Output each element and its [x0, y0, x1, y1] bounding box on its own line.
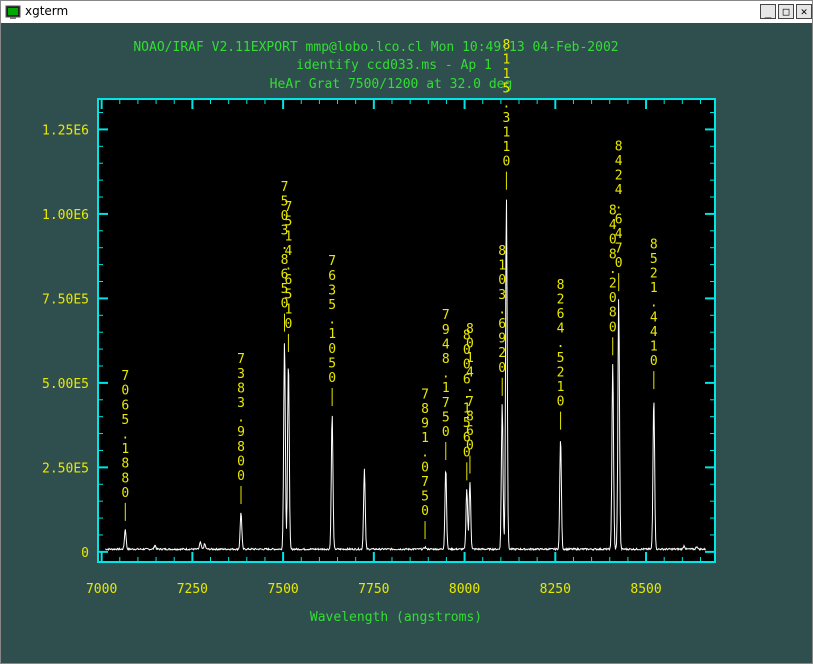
- y-tick-label: 5.00E5: [42, 377, 89, 392]
- header-line-1: NOAO/IRAF V2.11EXPORT mmp@lobo.lco.cl Mo…: [133, 40, 618, 55]
- header-line-3: HeAr Grat 7500/1200 at 32.0 deg: [270, 77, 513, 92]
- terminal-icon: [5, 5, 21, 19]
- line-id-label: 8103.6920: [498, 244, 506, 376]
- line-id-label: 7891.0750: [421, 387, 429, 519]
- line-id[interactable]: 8424.6470: [615, 139, 623, 292]
- line-id-label: 8424.6470: [615, 139, 623, 271]
- y-tick-label: 1.25E6: [42, 123, 89, 138]
- line-id-label: 7065.1880: [121, 369, 129, 501]
- y-tick-label: 2.50E5: [42, 461, 89, 476]
- line-id-label: 8014.7860: [466, 322, 474, 454]
- line-id[interactable]: 8264.5210: [557, 278, 565, 430]
- x-tick-label: 8000: [449, 582, 480, 597]
- line-id[interactable]: 7635.1050: [328, 254, 336, 406]
- minimize-button[interactable]: _: [760, 4, 776, 19]
- maximize-button[interactable]: □: [778, 4, 794, 19]
- line-id[interactable]: 7948.1750: [442, 308, 450, 461]
- x-tick-label: 7500: [267, 582, 298, 597]
- header-line-2: identify ccd033.ms - Ap 1: [296, 58, 492, 73]
- identify-plot[interactable]: NOAO/IRAF V2.11EXPORT mmp@lobo.lco.cl Mo…: [1, 23, 812, 663]
- x-tick-label: 8250: [540, 582, 571, 597]
- line-id-label: 7635.1050: [328, 254, 336, 386]
- line-id[interactable]: 7383.9800: [237, 352, 245, 504]
- xgterm-window: xgterm _ □ ✕ NOAO/IRAF V2.11EXPORT mmp@l…: [0, 0, 813, 664]
- x-tick-label: 7250: [177, 582, 208, 597]
- x-axis-label: Wavelength (angstroms): [310, 610, 482, 625]
- line-id-label: 7383.9800: [237, 352, 245, 484]
- close-button[interactable]: ✕: [796, 4, 812, 19]
- line-id[interactable]: 7891.0750: [421, 387, 429, 540]
- line-id[interactable]: 8014.7860: [466, 322, 474, 474]
- line-id[interactable]: 8103.6920: [498, 244, 506, 396]
- window-title: xgterm: [25, 4, 69, 18]
- y-tick-label: 1.00E6: [42, 208, 89, 223]
- line-id[interactable]: 7514.6510: [285, 200, 293, 352]
- y-tick-label: 7.50E5: [42, 292, 89, 307]
- line-id-label: 8264.5210: [557, 278, 565, 410]
- line-id-label: 8521.4410: [650, 237, 658, 369]
- line-id-label: 8115.3110: [503, 38, 511, 170]
- line-id[interactable]: 8521.4410: [650, 237, 658, 390]
- x-tick-label: 7000: [86, 582, 117, 597]
- x-tick-label: 7750: [358, 582, 389, 597]
- title-bar[interactable]: xgterm _ □ ✕: [1, 1, 812, 24]
- y-tick-label: 0: [81, 546, 89, 561]
- x-tick-label: 8500: [630, 582, 661, 597]
- line-id-label: 7514.6510: [285, 200, 293, 332]
- line-id-label: 7948.1750: [442, 308, 450, 440]
- line-id[interactable]: 8115.3110: [503, 38, 511, 190]
- line-id[interactable]: 7065.1880: [121, 369, 129, 521]
